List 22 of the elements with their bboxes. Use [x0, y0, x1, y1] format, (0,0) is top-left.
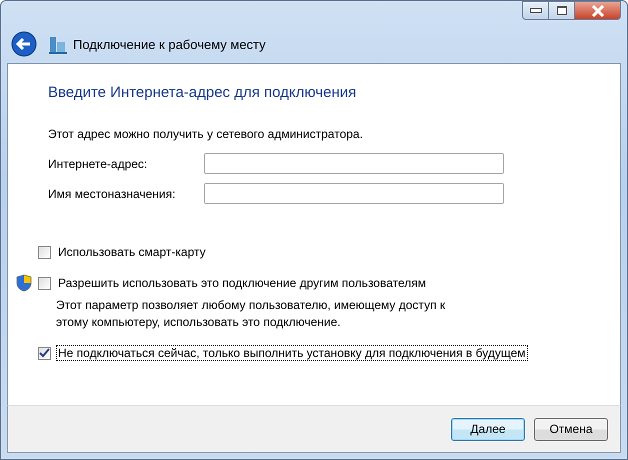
checkbox[interactable]: [38, 246, 51, 258]
checkbox-label[interactable]: Не подключаться сейчас, только выполнить установку для подключения в будущем: [56, 345, 528, 361]
back-button[interactable]: [11, 31, 37, 57]
close-button[interactable]: [575, 1, 621, 20]
checkbox-label[interactable]: Использовать смарт-карту: [56, 244, 208, 260]
input-field[interactable]: [204, 183, 504, 204]
maximize-button[interactable]: [549, 1, 575, 20]
checkbox-label[interactable]: Разрешить использовать это подключение другим пользователям: [56, 275, 428, 291]
close-icon: [590, 4, 604, 16]
dialog-button[interactable]: Отмена: [534, 418, 608, 440]
field-label: Интернете-адрес:: [48, 156, 148, 170]
checkbox[interactable]: [38, 346, 51, 360]
intro-text: Этот адрес можно получить у сетевого администратора.: [48, 127, 364, 141]
dialog-button[interactable]: Далее: [451, 418, 525, 440]
page-heading: Введите Интернета-адрес для подключения: [48, 84, 358, 101]
window-title: Подключение к рабочему месту: [73, 36, 266, 52]
network-buildings-icon: [49, 34, 67, 54]
checkbox[interactable]: [38, 276, 51, 290]
input-field[interactable]: [204, 153, 504, 174]
option-description: Этот параметр позволяет любому пользователю, имеющему доступ к этому компьютеру, использовать это подключение.: [56, 297, 446, 331]
minimize-button[interactable]: [522, 1, 549, 20]
field-label: Имя местоназначения:: [48, 186, 176, 200]
